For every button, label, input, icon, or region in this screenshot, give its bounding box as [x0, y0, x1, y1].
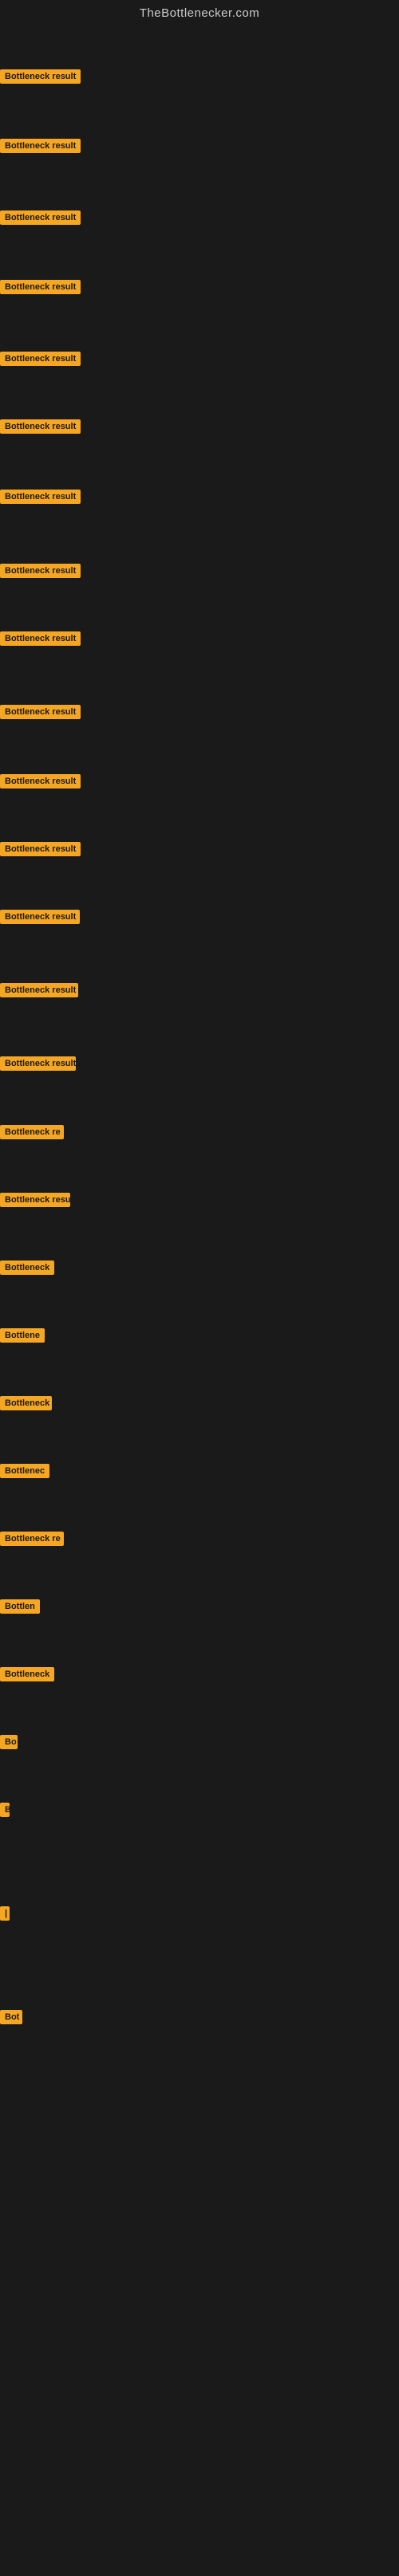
list-item: Bottleneck result — [0, 631, 81, 650]
bottleneck-badge[interactable]: B — [0, 1803, 10, 1817]
list-item: Bottleneck — [0, 1667, 54, 1685]
bottleneck-badge[interactable]: Bottleneck result — [0, 1056, 76, 1071]
list-item: Bottleneck result — [0, 842, 81, 860]
bottleneck-badge[interactable]: Bottleneck re — [0, 1532, 64, 1546]
bottleneck-badge[interactable]: Bottleneck result — [0, 705, 81, 719]
bottleneck-badge[interactable]: Bottleneck result — [0, 352, 81, 366]
list-item: Bottleneck — [0, 1396, 52, 1414]
list-item: Bottleneck result — [0, 490, 81, 508]
list-item: Bottleneck result — [0, 419, 81, 438]
list-item: Bottlen — [0, 1599, 40, 1618]
bottleneck-badge[interactable]: Bottleneck result — [0, 631, 81, 646]
bottleneck-badge[interactable]: | — [0, 1906, 10, 1921]
bottleneck-badge[interactable]: Bottlenec — [0, 1464, 49, 1478]
bottleneck-badge[interactable]: Bottleneck — [0, 1260, 54, 1275]
bottleneck-badge[interactable]: Bottleneck result — [0, 490, 81, 504]
bottleneck-badge[interactable]: Bottlene — [0, 1328, 45, 1343]
list-item: Bottleneck result — [0, 210, 81, 229]
bottleneck-badge[interactable]: Bottleneck result — [0, 774, 81, 789]
list-item: Bottleneck resul — [0, 1193, 70, 1211]
list-item: Bottleneck result — [0, 69, 81, 88]
bottleneck-badge[interactable]: Bottleneck result — [0, 139, 81, 153]
list-item: Bot — [0, 2010, 22, 2028]
bottleneck-badge[interactable]: Bottleneck result — [0, 280, 81, 294]
list-item: Bottleneck re — [0, 1532, 64, 1550]
list-item: Bo — [0, 1735, 18, 1753]
bottleneck-badge[interactable]: Bottleneck re — [0, 1125, 64, 1139]
list-item: Bottleneck result — [0, 774, 81, 792]
list-item: Bottleneck result — [0, 910, 80, 928]
bottleneck-badge[interactable]: Bottleneck result — [0, 69, 81, 84]
list-item: Bottleneck result — [0, 564, 81, 582]
list-item: | — [0, 1906, 10, 1925]
list-item: Bottleneck result — [0, 139, 81, 157]
list-item: Bottlene — [0, 1328, 45, 1347]
bottleneck-badge[interactable]: Bottleneck — [0, 1396, 52, 1410]
site-title: TheBottlenecker.com — [0, 0, 399, 25]
bottleneck-badge[interactable]: Bottleneck result — [0, 210, 81, 225]
bottleneck-badge[interactable]: Bottleneck resul — [0, 1193, 70, 1207]
list-item: Bottleneck result — [0, 352, 81, 370]
bottleneck-badge[interactable]: Bo — [0, 1735, 18, 1749]
list-item: Bottlenec — [0, 1464, 49, 1482]
bottleneck-badge[interactable]: Bottleneck — [0, 1667, 54, 1681]
list-item: Bottleneck result — [0, 705, 81, 723]
bottleneck-badge[interactable]: Bottleneck result — [0, 983, 78, 997]
bottleneck-list: Bottleneck result Bottleneck result Bottle… — [0, 25, 399, 2576]
list-item: Bottleneck re — [0, 1125, 64, 1143]
list-item: Bottleneck result — [0, 983, 78, 1001]
bottleneck-badge[interactable]: Bottleneck result — [0, 564, 81, 578]
bottleneck-badge[interactable]: Bot — [0, 2010, 22, 2024]
list-item: Bottleneck result — [0, 280, 81, 298]
bottleneck-badge[interactable]: Bottleneck result — [0, 842, 81, 856]
list-item: B — [0, 1803, 10, 1821]
bottleneck-badge[interactable]: Bottleneck result — [0, 910, 80, 924]
bottleneck-badge[interactable]: Bottleneck result — [0, 419, 81, 434]
list-item: Bottleneck result — [0, 1056, 76, 1075]
list-item: Bottleneck — [0, 1260, 54, 1279]
site-header: TheBottlenecker.com — [0, 0, 399, 25]
bottleneck-badge[interactable]: Bottlen — [0, 1599, 40, 1614]
